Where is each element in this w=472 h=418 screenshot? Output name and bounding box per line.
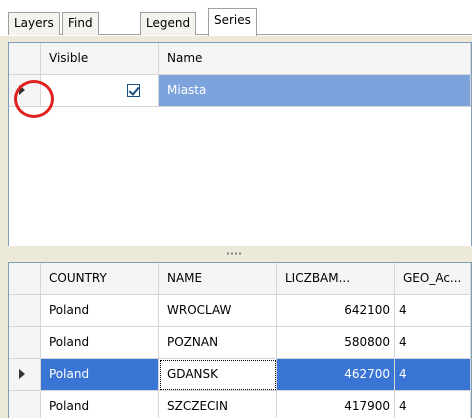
liczbam-cell[interactable]: 642100 [277,295,395,327]
table-row[interactable]: Poland WROCLAW 642100 4 [9,295,471,327]
row-header[interactable] [9,295,41,327]
tab-layers[interactable]: Layers [8,12,60,35]
liczbam-cell[interactable]: 417900 [277,391,395,418]
column-header-visible[interactable]: Visible [41,43,159,75]
splitter-grip-icon[interactable] [226,252,242,255]
geo-cell[interactable]: 4 [395,295,471,327]
attribute-grid-header: COUNTRY NAME LICZBAM... GEO_Ac... [9,263,471,295]
table-row-selected[interactable]: Poland GDANSK 462700 4 [9,359,471,391]
country-cell[interactable]: Poland [41,295,159,327]
geo-cell[interactable]: 4 [395,391,471,418]
visible-cell[interactable] [41,75,159,107]
row-header[interactable] [9,327,41,359]
series-grid: Visible Name Miasta [8,42,472,246]
name-cell[interactable]: POZNAN [159,327,277,359]
attribute-grid: COUNTRY NAME LICZBAM... GEO_Ac... Poland… [8,262,472,418]
tab-strip: Layers Find Legend Series [0,0,472,36]
series-row[interactable]: Miasta [9,75,471,107]
panel-splitter[interactable] [8,246,472,262]
country-cell[interactable]: Poland [41,391,159,418]
checkbox-checked-icon[interactable] [127,84,140,97]
liczbam-cell[interactable]: 580800 [277,327,395,359]
highlight-circle [14,80,54,118]
column-header-name[interactable]: Name [159,43,471,75]
row-header-corner [9,263,41,295]
series-name-cell[interactable]: Miasta [159,75,471,107]
geo-cell[interactable]: 4 [395,327,471,359]
table-row[interactable]: Poland POZNAN 580800 4 [9,327,471,359]
name-cell[interactable]: WROCLAW [159,295,277,327]
column-header-country[interactable]: COUNTRY [41,263,159,295]
column-header-liczbam[interactable]: LICZBAM... [277,263,395,295]
name-cell-focused[interactable]: GDANSK [159,359,277,391]
tab-find[interactable]: Find [62,12,99,35]
tab-series[interactable]: Series [208,8,257,36]
geo-cell[interactable]: 4 [395,359,471,391]
country-cell[interactable]: Poland [41,359,159,391]
name-cell[interactable]: SZCZECIN [159,391,277,418]
chevron-right-icon [19,369,25,379]
liczbam-cell[interactable]: 462700 [277,359,395,391]
table-row[interactable]: Poland SZCZECIN 417900 4 [9,391,471,418]
row-header[interactable] [9,359,41,391]
row-header[interactable] [9,391,41,418]
tab-legend[interactable]: Legend [140,12,197,35]
column-header-geo[interactable]: GEO_Ac... [395,263,471,295]
country-cell[interactable]: Poland [41,327,159,359]
series-grid-header: Visible Name [9,43,471,75]
column-header-name[interactable]: NAME [159,263,277,295]
row-header-corner [9,43,41,75]
